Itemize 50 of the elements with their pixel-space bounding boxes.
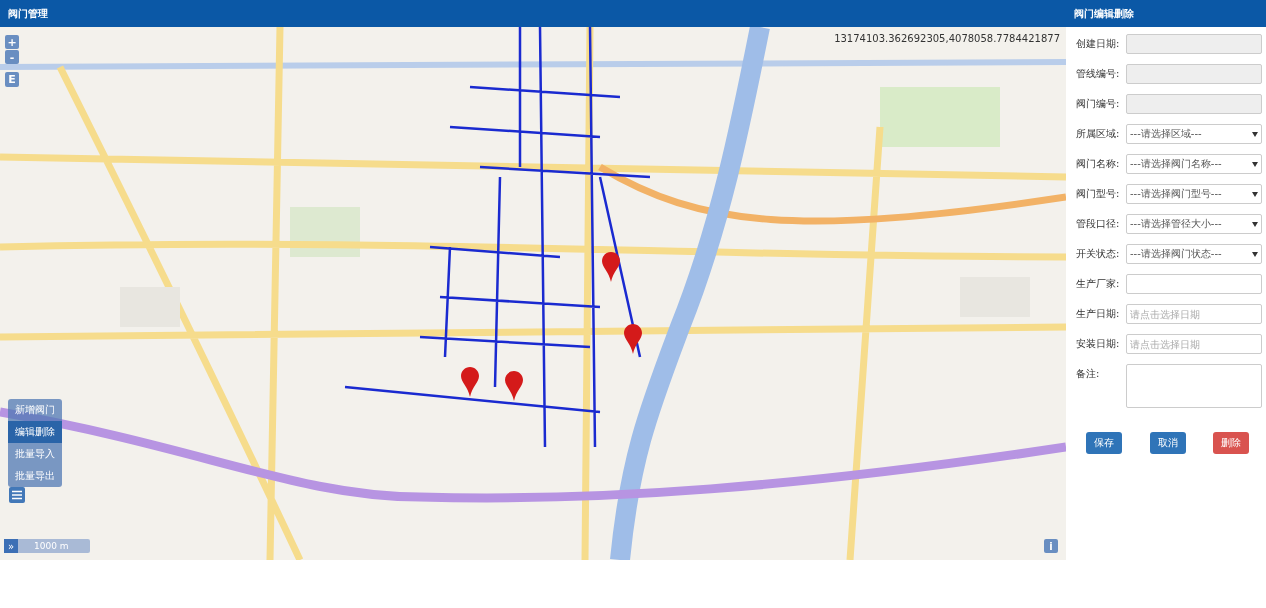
field-label: 开关状态: [1076, 247, 1121, 261]
action-button[interactable]: 保存 [1086, 432, 1122, 454]
caret-icon [1252, 161, 1258, 167]
field-label: 阀门编号: [1076, 97, 1121, 111]
input-field[interactable] [1126, 274, 1262, 294]
zoom-in-button[interactable]: + [5, 35, 19, 49]
dropdown[interactable]: ---请选择管径大小--- [1126, 214, 1262, 234]
caret-icon [1252, 221, 1258, 227]
menu-item[interactable]: 批量导入 [8, 443, 62, 465]
readonly-field[interactable] [1126, 64, 1262, 84]
layer-button[interactable]: E [5, 72, 19, 87]
map-marker-icon[interactable] [461, 367, 479, 397]
field-label: 生产日期: [1076, 307, 1121, 321]
caret-icon [1252, 131, 1258, 137]
field-label: 管线编号: [1076, 67, 1121, 81]
readonly-field[interactable] [1126, 94, 1262, 114]
scale-label: 1000 m [34, 541, 69, 551]
dropdown[interactable]: ---请选择阀门状态--- [1126, 244, 1262, 264]
map-marker-icon[interactable] [624, 324, 642, 354]
delete-button[interactable]: 删除 [1213, 432, 1249, 454]
field-label: 阀门名称: [1076, 157, 1121, 171]
field-label: 安装日期: [1076, 337, 1121, 351]
field-label: 管段口径: [1076, 217, 1121, 231]
menu-item[interactable]: 编辑删除 [8, 421, 62, 443]
dropdown[interactable]: ---请选择阀门型号--- [1126, 184, 1262, 204]
field-label: 所属区域: [1076, 127, 1121, 141]
menu-icon[interactable] [9, 487, 25, 503]
input-field[interactable]: 请点击选择日期 [1126, 304, 1262, 324]
coordinates-readout: 13174103.362692305,4078058.7784421877 [834, 33, 1060, 44]
map-marker-icon[interactable] [505, 371, 523, 401]
dropdown[interactable]: ---请选择阀门名称--- [1126, 154, 1262, 174]
caret-icon [1252, 191, 1258, 197]
panel-title: 阀门编辑删除 [1074, 6, 1134, 21]
zoom-out-button[interactable]: - [5, 50, 19, 64]
readonly-field[interactable] [1126, 34, 1262, 54]
info-button[interactable]: i [1044, 539, 1058, 553]
field-label: 创建日期: [1076, 37, 1121, 51]
action-button[interactable]: 取消 [1149, 432, 1186, 454]
menu-item[interactable]: 新增阀门 [8, 399, 62, 421]
field-label: 生产厂家: [1076, 277, 1121, 291]
app-title: 阀门管理 [8, 6, 48, 21]
input-field[interactable]: 请点击选择日期 [1126, 334, 1262, 354]
map-marker-icon[interactable] [602, 252, 620, 282]
field-label: 备注: [1076, 367, 1101, 381]
dropdown[interactable]: ---请选择区域--- [1126, 124, 1262, 144]
field-label: 阀门型号: [1076, 187, 1121, 201]
notes-field[interactable] [1126, 364, 1262, 408]
menu-item[interactable]: 批量导出 [8, 465, 62, 487]
caret-icon [1252, 251, 1258, 257]
scale-toggle-button[interactable]: » [4, 539, 18, 553]
